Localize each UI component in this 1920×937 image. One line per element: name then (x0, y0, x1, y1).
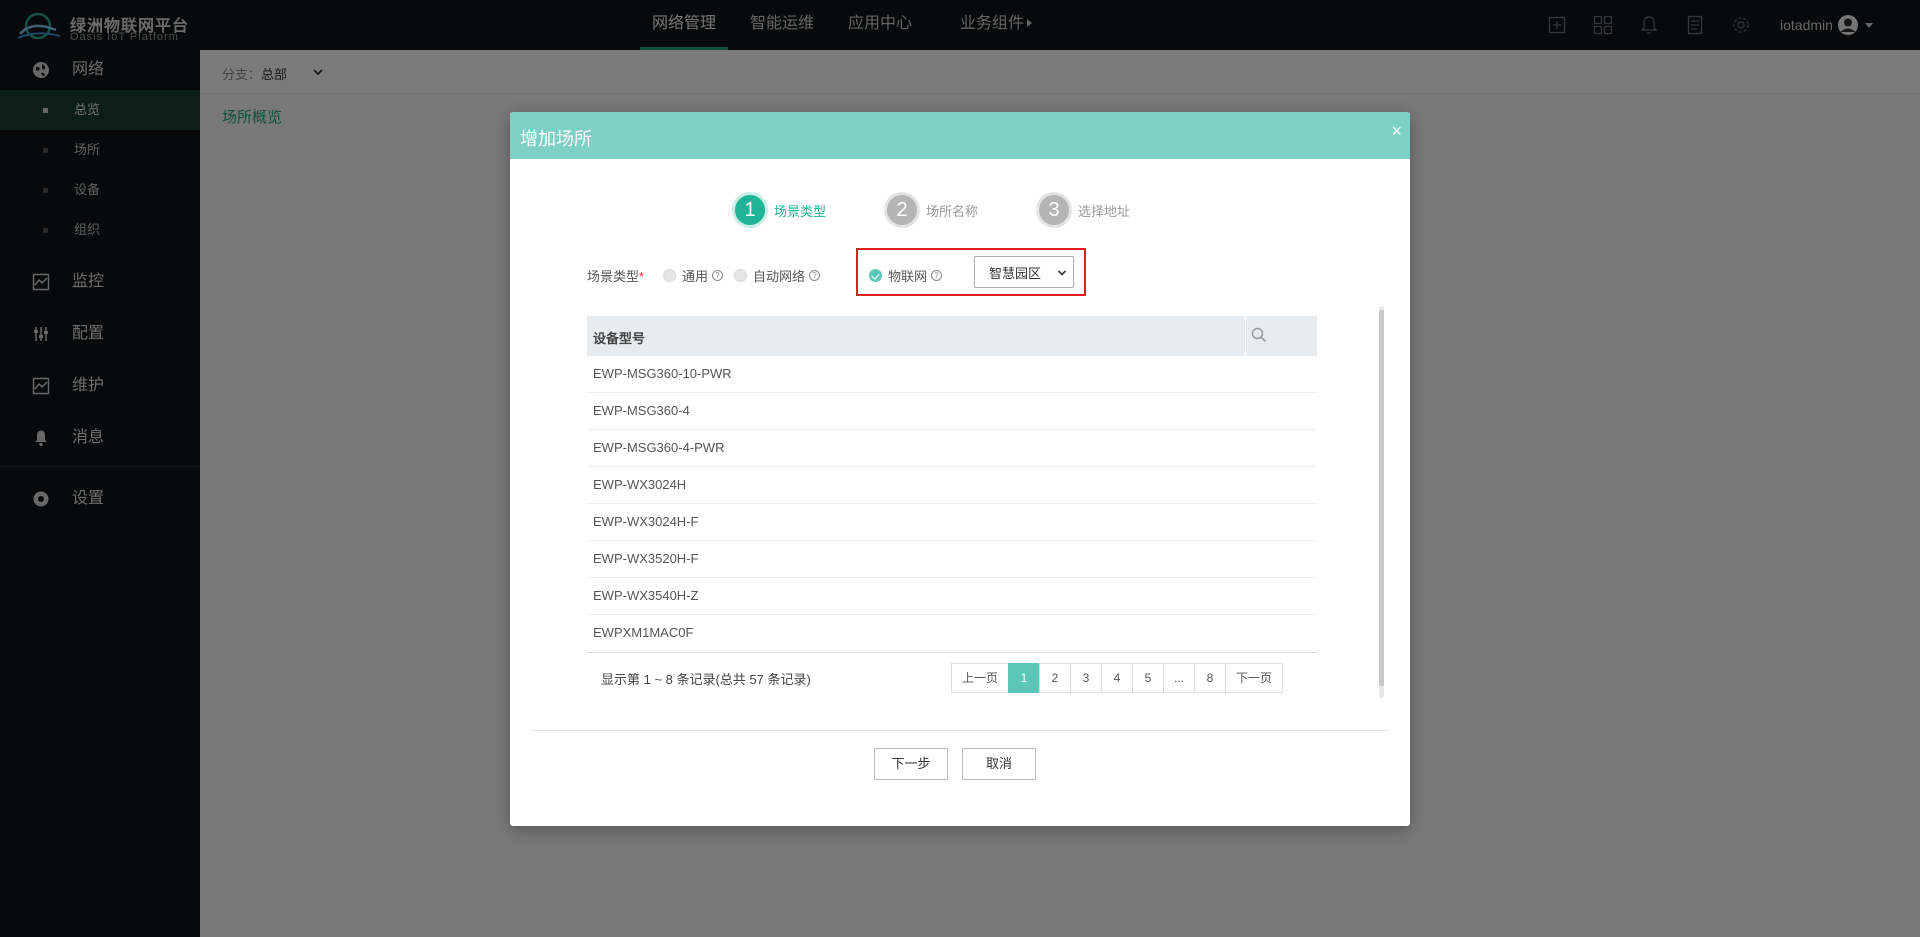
table-row[interactable]: EWPXM1MAC0F (587, 615, 1317, 652)
modal-scrollbar[interactable] (1379, 306, 1384, 698)
record-info: 显示第 1 ~ 8 条记录(总共 57 条记录) (601, 672, 811, 687)
modal-header: 增加场所 × (510, 112, 1410, 159)
close-icon[interactable]: × (1391, 122, 1402, 140)
table-header: 设备型号 (587, 316, 1317, 356)
radio-auto-network[interactable]: 自动网络 ? (734, 266, 821, 285)
chevron-down-icon (1057, 270, 1067, 276)
column-header-device-model: 设备型号 (593, 331, 646, 346)
prev-page-button[interactable]: 上一页 (951, 663, 1010, 693)
page-ellipsis: ... (1163, 663, 1196, 693)
pagination: 上一页 1 2 3 4 5 ... 8 下一页 (951, 663, 1284, 693)
next-step-button[interactable]: 下一步 (874, 748, 948, 780)
scene-subtype-select[interactable]: 智慧园区 (974, 256, 1074, 288)
radio-circle (734, 269, 747, 282)
table-row[interactable]: EWP-WX3024H (587, 467, 1317, 504)
page-button-4[interactable]: 4 (1101, 663, 1134, 693)
step-number: 2 (884, 192, 921, 228)
help-icon[interactable]: ? (712, 270, 724, 281)
page-button-5[interactable]: 5 (1132, 663, 1165, 693)
cancel-button[interactable]: 取消 (962, 748, 1036, 780)
required-mark: * (639, 269, 645, 284)
scene-type-text: 场景类型 (587, 269, 640, 284)
table-row[interactable]: EWP-MSG360-4-PWR (587, 430, 1317, 467)
table-row[interactable]: EWP-WX3520H-F (587, 541, 1317, 578)
scrollbar-thumb[interactable] (1379, 310, 1384, 686)
help-icon[interactable]: ? (809, 270, 821, 281)
radio-label: 自动网络 (753, 269, 806, 284)
step-select-address: 3 选择地址 (1036, 190, 1130, 230)
table-search-button[interactable] (1245, 316, 1317, 356)
next-page-button[interactable]: 下一页 (1225, 663, 1284, 693)
step-site-name: 2 场所名称 (884, 190, 978, 230)
radio-general[interactable]: 通用 ? (663, 266, 724, 285)
step-label: 选择地址 (1078, 203, 1131, 219)
step-label: 场所名称 (926, 203, 979, 219)
step-scene-type: 1 场景类型 (732, 190, 826, 230)
page-button-1[interactable]: 1 (1008, 663, 1041, 693)
modal-title: 增加场所 (520, 129, 592, 149)
modal-footer-divider (530, 730, 1390, 731)
table-row[interactable]: EWP-WX3024H-F (587, 504, 1317, 541)
wizard-steps: 1 场景类型 2 场所名称 3 选择地址 (732, 190, 1188, 230)
table-row[interactable]: EWP-WX3540H-Z (587, 578, 1317, 615)
step-number: 3 (1036, 192, 1073, 228)
radio-circle (663, 269, 676, 282)
page-button-last[interactable]: 8 (1194, 663, 1227, 693)
add-site-modal: 增加场所 × 1 场景类型 2 场所名称 3 选择地址 场景类型* 通用 ? 自… (510, 112, 1410, 826)
device-model-table: 设备型号 EWP-MSG360-10-PWR EWP-MSG360-4 EWP-… (587, 316, 1317, 700)
step-number: 1 (732, 192, 768, 228)
page-button-2[interactable]: 2 (1039, 663, 1072, 693)
page-button-3[interactable]: 3 (1070, 663, 1103, 693)
select-value: 智慧园区 (989, 265, 1042, 281)
radio-label: 通用 (682, 269, 709, 284)
table-row[interactable]: EWP-MSG360-10-PWR (587, 356, 1317, 393)
scene-type-label: 场景类型* (587, 266, 644, 285)
step-label: 场景类型 (774, 203, 827, 219)
table-row[interactable]: EWP-MSG360-4 (587, 393, 1317, 430)
table-footer: 显示第 1 ~ 8 条记录(总共 57 条记录) 上一页 1 2 3 4 5 .… (587, 652, 1317, 700)
search-icon (1251, 327, 1267, 343)
